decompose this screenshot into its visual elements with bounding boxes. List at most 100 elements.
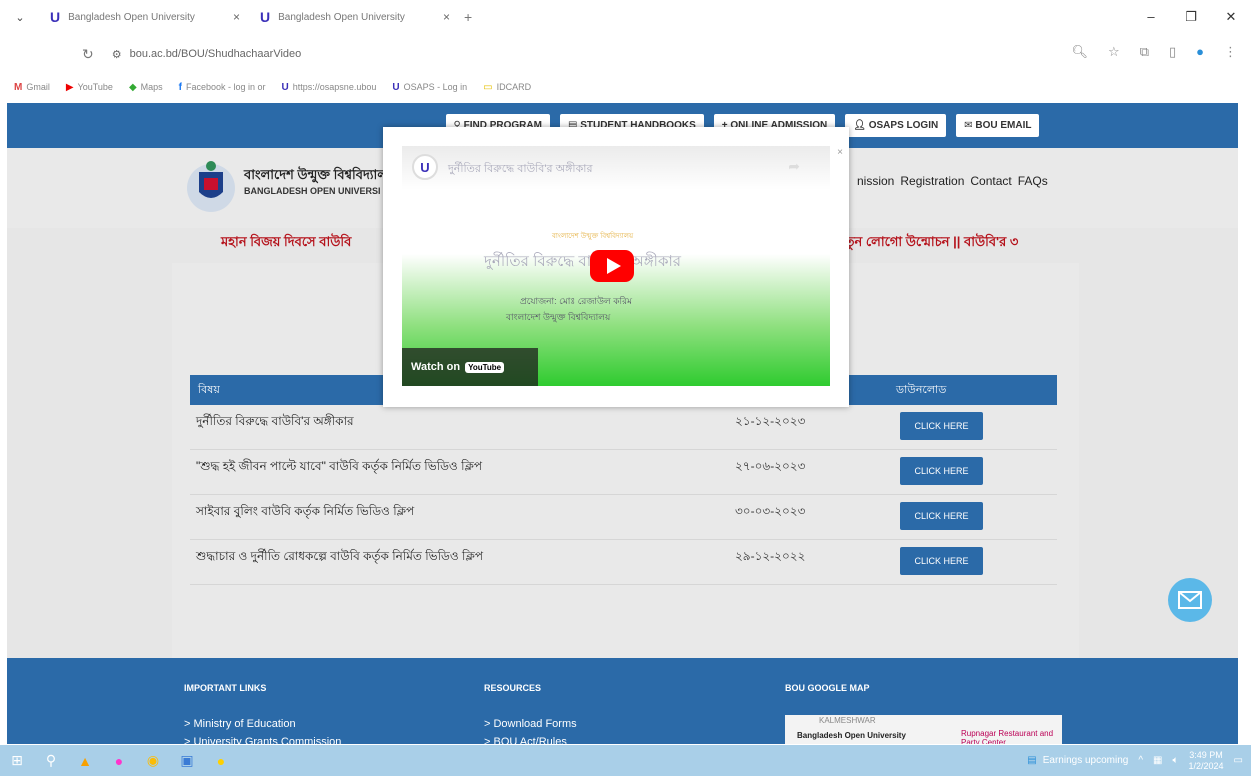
side-panel-icon[interactable]: ▯ [1169, 44, 1176, 60]
tab-search-chevron-icon[interactable]: ⌄ [0, 11, 40, 24]
watch-on-youtube-button[interactable]: Watch on YouTube [402, 348, 538, 386]
video-caption-1: বাংলাদেশ উন্মুক্ত বিশ্ববিদ্যালয় [552, 233, 634, 240]
bou-favicon-icon: U [260, 9, 271, 25]
address-bar-actions: 🔍︎ ☆ ⧉ ▯ ● ⋮ [1072, 44, 1237, 60]
map-area-label: KALMESHWAR [819, 716, 876, 725]
site-info-icon[interactable]: ⚙ [112, 48, 122, 61]
notifications-icon[interactable]: ▭ [1234, 755, 1243, 766]
bookmark-osaps-login[interactable]: U OSAPS - Log in [392, 82, 467, 93]
download-column-header: ডাউনলোড [896, 383, 947, 396]
osaps-login-button[interactable]: 👤︎ OSAPS LOGIN [845, 114, 947, 137]
row-date: ২১-১২-২০২৩ [735, 414, 806, 428]
modal-close-icon[interactable]: × [837, 147, 843, 158]
close-window-icon[interactable]: ✕ [1211, 0, 1251, 34]
bou-email-button[interactable]: ✉ BOU EMAIL [956, 114, 1040, 137]
marquee-text-left: মহান বিজয় দিবসে বাউবি [221, 234, 352, 249]
windows-taskbar: ⊞ ⚲ ▲ ● ◉ ▣ ● ▤ Earnings upcoming ^ ▦ 🔈︎… [0, 745, 1251, 776]
tab-title: Bangladesh Open University [278, 11, 405, 23]
profile-icon[interactable]: ● [1196, 44, 1204, 60]
menu-faqs[interactable]: FAQs [1018, 174, 1048, 188]
bookmark-label: Gmail [26, 82, 50, 92]
channel-avatar[interactable]: U [412, 154, 438, 180]
app-icon[interactable]: ● [102, 745, 136, 776]
bookmark-osaps-ubou[interactable]: Uhttps://osapsne.ubou [282, 82, 377, 93]
norton-icon[interactable]: ● [204, 745, 238, 776]
footer-link-ministry[interactable]: > Ministry of Education [184, 718, 296, 730]
browser-tab[interactable]: U Bangladesh Open University × [250, 0, 460, 34]
share-icon[interactable]: ➦ [788, 158, 800, 175]
url-field[interactable]: bou.ac.bd/BOU/ShudhachaarVideo [130, 48, 302, 60]
start-icon[interactable]: ⊞ [0, 745, 34, 776]
window-controls: – ❐ ✕ [1131, 0, 1251, 34]
bookmark-label: OSAPS - Log in [403, 82, 468, 92]
bookmark-idcard[interactable]: ▭ IDCARD [483, 82, 531, 93]
important-links-heading: IMPORTANT LINKS [184, 683, 267, 693]
google-map-embed[interactable]: KALMESHWAR Bangladesh Open University Ru… [785, 715, 1062, 744]
marquee-text-right: নতুন লোগো উন্মোচন || বাউবি'র ৩ [837, 234, 1019, 249]
youtube-video-player[interactable]: U দুর্নীতির বিরুদ্ধে বাউবি'র অঙ্গীকার ➦ … [402, 146, 830, 386]
bookmark-label: Maps [140, 82, 163, 92]
video-modal: × U দুর্নীতির বিরুদ্ধে বাউবি'র অঙ্গীকার … [383, 127, 849, 407]
table-row: শুদ্ধাচার ও দুর্নীতি রোধকল্পে বাউবি কর্ত… [190, 540, 1057, 585]
news-widget[interactable]: ▤ Earnings upcoming [1027, 755, 1128, 766]
zoom-icon[interactable]: 🔍︎ [1072, 44, 1089, 60]
tab-bar: ⌄ U Bangladesh Open University × U Bangl… [0, 0, 1251, 34]
menu-dots-icon[interactable]: ⋮ [1224, 44, 1237, 60]
bookmark-facebook[interactable]: f Facebook - log in or [179, 82, 266, 93]
app-window-icon[interactable]: ▣ [170, 745, 204, 776]
row-date: ৩০-০৩-২০২৩ [735, 504, 806, 518]
bou-logo[interactable] [185, 158, 237, 214]
row-subject: "শুদ্ধ হই জীবন পাল্টে যাবে" বাউবি কর্তৃক… [196, 459, 483, 473]
search-icon[interactable]: ⚲ [34, 745, 68, 776]
close-tab-icon[interactable]: × [233, 10, 240, 24]
minimize-icon[interactable]: – [1131, 0, 1171, 34]
watch-on-label: Watch on [411, 361, 461, 373]
click-here-button[interactable]: CLICK HERE [900, 457, 983, 485]
tray-chevron-icon[interactable]: ^ [1138, 755, 1143, 766]
chrome-icon[interactable]: ◉ [136, 745, 170, 776]
browser-tab[interactable]: U Bangladesh Open University × [40, 0, 250, 34]
bookmark-maps[interactable]: ◆ Maps [129, 82, 163, 93]
menu-contact[interactable]: Contact [970, 174, 1011, 188]
video-caption-3: প্রযোজনা: মোঃ রেজাউল করিম [520, 296, 633, 306]
news-icon: ▤ [1027, 755, 1037, 766]
folder-icon: ▭ [483, 81, 493, 93]
map-place-label: Bangladesh Open University [797, 731, 906, 740]
volume-icon[interactable]: 🔈︎ [1173, 755, 1179, 766]
bookmark-gmail[interactable]: M Gmail [14, 82, 50, 93]
vlc-icon[interactable]: ▲ [68, 745, 102, 776]
bookmark-label: IDCARD [496, 82, 532, 92]
facebook-icon: f [178, 81, 182, 93]
click-here-button[interactable]: CLICK HERE [900, 502, 983, 530]
video-title[interactable]: দুর্নীতির বিরুদ্ধে বাউবি'র অঙ্গীকার [448, 160, 593, 179]
new-tab-icon[interactable]: + [464, 9, 472, 25]
envelope-icon [1178, 591, 1202, 609]
bookmark-star-icon[interactable]: ☆ [1108, 44, 1120, 60]
network-icon[interactable]: ▦ [1153, 755, 1162, 766]
tab-title: Bangladesh Open University [68, 11, 195, 23]
clock-time: 3:49 PM [1189, 749, 1223, 760]
menu-registration[interactable]: Registration [900, 174, 964, 188]
footer-link-forms[interactable]: > Download Forms [484, 718, 577, 730]
close-tab-icon[interactable]: × [443, 10, 450, 24]
menu-admission[interactable]: nission [857, 174, 894, 188]
click-here-button[interactable]: CLICK HERE [900, 412, 983, 440]
play-button[interactable] [590, 250, 634, 282]
bou-icon: U [281, 81, 289, 93]
extensions-icon[interactable]: ⧉ [1140, 44, 1149, 60]
click-here-button[interactable]: CLICK HERE [900, 547, 983, 575]
bookmark-youtube[interactable]: ▶ YouTube [66, 82, 113, 93]
bookmark-label: YouTube [77, 82, 113, 92]
footer-link-ugc[interactable]: > University Grants Commission [184, 736, 341, 744]
play-icon [606, 258, 621, 274]
footer-link-act[interactable]: > BOU Act/Rules [484, 736, 567, 744]
system-tray: ▤ Earnings upcoming ^ ▦ 🔈︎ 3:49 PM 1/2/2… [1027, 745, 1243, 776]
row-subject: সাইবার বুলিং বাউবি কর্তৃক নির্মিত ভিডিও … [196, 504, 415, 518]
university-name-english: BANGLADESH OPEN UNIVERSI [244, 186, 381, 196]
clock[interactable]: 3:49 PM 1/2/2024 [1189, 750, 1224, 772]
chat-email-button[interactable] [1168, 578, 1212, 622]
table-row: "শুদ্ধ হই জীবন পাল্টে যাবে" বাউবি কর্তৃক… [190, 450, 1057, 495]
reload-icon[interactable]: ↻ [82, 46, 94, 63]
restore-icon[interactable]: ❐ [1171, 0, 1211, 34]
news-label: Earnings upcoming [1042, 755, 1129, 766]
